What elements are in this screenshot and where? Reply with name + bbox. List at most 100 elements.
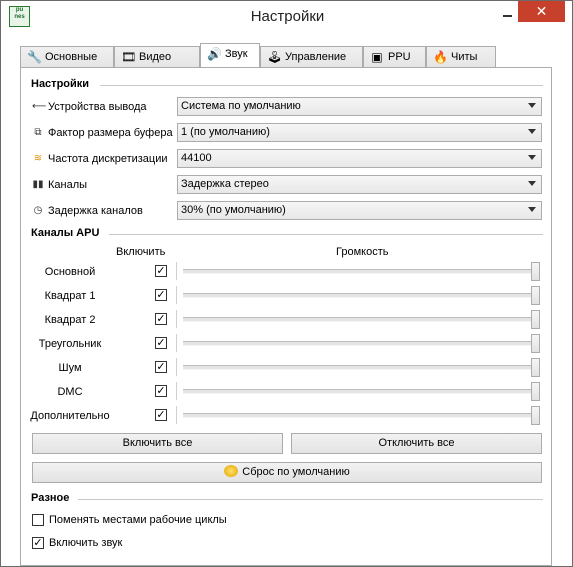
clock-icon: ◷ [33,205,43,216]
channel-dmc-volume-slider[interactable] [531,382,540,401]
chevron-down-icon [528,103,536,108]
tab-label: Управление [285,51,347,63]
settings-window: pu nes Настройки ✕ 🔧 Основные 🎞 Видео 🔊 … [0,0,573,567]
channel-label-square1: Квадрат 1 [44,290,96,302]
tab-label: Звук [225,48,248,60]
divider [100,85,543,86]
disable-all-button[interactable]: Отключить все [291,433,542,454]
output-device-value: Система по умолчанию [181,100,301,112]
divider [109,234,543,235]
channel-noise-volume-track [183,365,535,370]
channels-label: Каналы [48,179,88,191]
divider [176,334,177,352]
channel-delay-select[interactable]: 30% (по умолчанию) [177,201,542,220]
channel-main-checkbox[interactable]: ✓ [155,265,167,277]
speaker-icon: 🔊 [207,47,222,61]
channel-square2-volume-track [183,317,535,322]
channel-square1-checkbox[interactable]: ✓ [155,289,167,301]
channel-square2-checkbox[interactable]: ✓ [155,313,167,325]
channels-value: Задержка стерео [181,178,269,190]
enable-column-header: Включить [116,246,166,258]
channel-main-volume-track [183,269,535,274]
divider [176,310,177,328]
tab-label: Видео [139,51,172,63]
channel-square1-volume-slider[interactable] [531,286,540,305]
channel-delay-value: 30% (по умолчанию) [181,204,286,216]
buffer-factor-select[interactable]: 1 (по умолчанию) [177,123,542,142]
channel-label-extra: Дополнительно [30,410,110,422]
tab-label: PPU [388,51,411,63]
divider [78,499,543,500]
channel-extra-volume-track [183,413,535,418]
chip-icon: ▣ [371,50,383,64]
sound-panel: Настройки ⟵ Устройства вывода Система по… [20,67,552,566]
channel-extra-volume-slider[interactable] [531,406,540,425]
reset-label: Сброс по умолчанию [242,466,350,478]
enable-sound-checkbox[interactable]: ✓ [32,537,44,549]
sample-rate-label: Частота дискретизации [48,153,168,165]
channel-noise-checkbox[interactable]: ✓ [155,361,167,373]
output-device-label: Устройства вывода [48,101,147,113]
reset-icon [224,465,239,477]
channel-dmc-volume-track [183,389,535,394]
buffer-factor-label: Фактор размера буфера [48,127,173,139]
wrench-icon: 🔧 [27,50,42,64]
tab-label: Основные [45,51,98,63]
channels-select[interactable]: Задержка стерео [177,175,542,194]
apu-group-title: Каналы APU [31,227,100,239]
enable-sound-label: Включить звук [49,537,123,549]
divider [176,262,177,280]
close-button[interactable]: ✕ [518,1,565,22]
channel-dmc-checkbox[interactable]: ✓ [155,385,167,397]
channel-label-noise: Шум [58,362,82,374]
output-device-select[interactable]: Система по умолчанию [177,97,542,116]
buffer-factor-value: 1 (по умолчанию) [181,126,270,138]
chevron-down-icon [528,129,536,134]
waveform-icon: ≋ [33,153,43,164]
divider [176,406,177,424]
channel-label-dmc: DMC [57,386,83,398]
misc-group-title: Разное [31,492,70,504]
reset-defaults-button[interactable]: Сброс по умолчанию [32,462,542,483]
swap-duty-checkbox[interactable] [32,514,44,526]
chevron-down-icon [528,155,536,160]
fire-icon: 🔥 [433,50,448,64]
channels-icon: ▮▮ [32,179,44,190]
settings-group-title: Настройки [31,78,90,90]
channel-label-main: Основной [44,266,96,278]
chevron-down-icon [528,181,536,186]
tab-input[interactable]: 🕹 Управление [260,46,363,67]
channel-label-square2: Квадрат 2 [44,314,96,326]
divider [176,382,177,400]
swap-duty-label: Поменять местами рабочие циклы [49,514,227,526]
tab-general[interactable]: 🔧 Основные [20,46,114,67]
channel-triangle-checkbox[interactable]: ✓ [155,337,167,349]
channel-square2-volume-slider[interactable] [531,310,540,329]
sample-rate-value: 44100 [181,152,212,164]
channel-main-volume-slider[interactable] [531,262,540,281]
channel-delay-label: Задержка каналов [48,205,143,217]
volume-column-header: Громкость [336,246,389,258]
enable-all-button[interactable]: Включить все [32,433,283,454]
channel-square1-volume-track [183,293,535,298]
buffer-icon: ⧉ [34,127,42,138]
sample-rate-select[interactable]: 44100 [177,149,542,168]
minimize-button[interactable] [497,6,517,26]
channel-triangle-volume-slider[interactable] [531,334,540,353]
tab-sound[interactable]: 🔊 Звук [200,43,260,67]
tab-ppu[interactable]: ▣ PPU [363,46,426,67]
divider [176,286,177,304]
tab-label: Читы [451,51,478,63]
output-icon: ⟵ [32,101,47,112]
channel-label-triangle: Треугольник [38,338,102,350]
joystick-icon: 🕹 [267,50,283,64]
channel-noise-volume-slider[interactable] [531,358,540,377]
tab-cheats[interactable]: 🔥 Читы [426,46,496,67]
window-title: Настройки [250,8,325,25]
channel-extra-checkbox[interactable]: ✓ [155,409,167,421]
tab-video[interactable]: 🎞 Видео [114,46,200,67]
divider [176,358,177,376]
film-icon: 🎞 [121,50,137,64]
title-bar: pu nes Настройки ✕ [1,1,572,32]
chevron-down-icon [528,207,536,212]
